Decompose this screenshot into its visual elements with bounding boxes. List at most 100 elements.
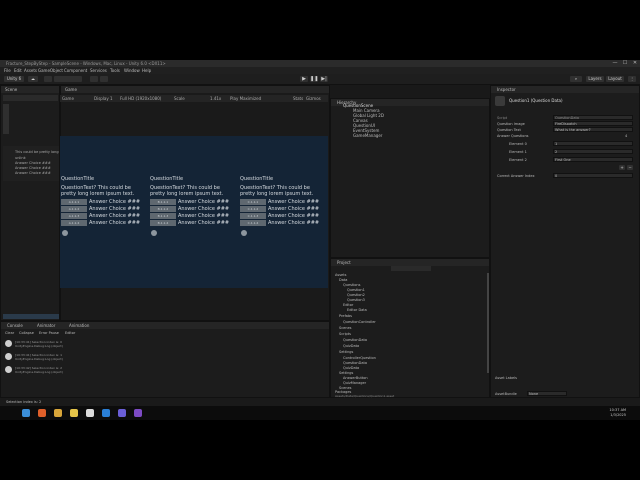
github-icon[interactable] [118,409,126,417]
project-item[interactable]: AnswerButton [343,376,368,380]
menu-services[interactable]: Services [90,68,107,73]
scale-value[interactable]: 1.41x [210,96,221,101]
project-item[interactable]: Question2 [347,293,365,297]
layout-dropdown[interactable]: Layout [606,76,624,82]
project-item[interactable]: QuizData [343,344,359,348]
answer-box[interactable]: A.1.1.1 [61,199,87,205]
project-item[interactable]: Assets [335,273,346,277]
console-collapse-button[interactable]: Collapse [19,331,34,335]
answer-choice[interactable]: C.1.1.4 Answer Choice ### [240,220,326,226]
answer-choice[interactable]: A.1.1.3 Answer Choice ### [61,213,147,219]
project-item[interactable]: Settings [339,371,353,375]
play-icon[interactable]: ▶ [300,76,308,82]
stats-button[interactable]: Stats [293,96,303,101]
answer-box[interactable]: B.1.1.4 [150,220,176,226]
project-search-input[interactable] [391,266,431,271]
minimize-button[interactable]: — [610,60,620,67]
submit-radio[interactable] [62,230,68,236]
project-item[interactable]: QuestionController [343,320,376,324]
answer-box[interactable]: C.1.1.4 [240,220,266,226]
vscode-icon[interactable] [102,409,110,417]
snap-icon[interactable] [90,76,98,82]
menu-assets[interactable]: Assets [24,68,37,73]
project-scrollbar[interactable] [487,273,489,373]
menu-help[interactable]: Help [142,68,151,73]
answer-box[interactable]: B.1.1.3 [150,213,176,219]
gizmos-button[interactable]: Gizmos [306,96,321,101]
project-item[interactable]: Prefabs [339,314,352,318]
menu-edit[interactable]: Edit [14,68,22,73]
element-field[interactable]: 2 [553,149,633,154]
play-maximized-dropdown[interactable]: Play Maximized [230,96,261,101]
clock[interactable]: 10:37 AM 1/3/2025 [609,408,626,417]
display-dropdown[interactable]: Display 1 [94,96,113,101]
answer-choice[interactable]: B.1.1.2 Answer Choice ### [150,206,236,212]
array-size[interactable]: 4 [625,134,627,138]
add-element-button[interactable]: + [619,165,625,170]
more-icon[interactable]: ⋮ [628,76,636,82]
answer-box[interactable]: A.1.1.3 [61,213,87,219]
tab-project[interactable]: Project [337,260,351,265]
answer-box[interactable]: B.1.1.1 [150,199,176,205]
answer-box[interactable]: C.1.1.2 [240,206,266,212]
project-item[interactable]: Data [339,278,347,282]
console-clear-button[interactable]: Clear [5,331,14,335]
search-icon[interactable]: ⌕ [570,76,582,82]
project-item[interactable]: ControllerQuestion [343,356,376,360]
explorer-icon[interactable] [70,409,78,417]
remove-element-button[interactable]: − [627,165,633,170]
answer-choice[interactable]: B.1.1.1 Answer Choice ### [150,199,236,205]
hierarchy-item[interactable]: GameManager [353,133,382,138]
vs-icon[interactable] [134,409,142,417]
script-field[interactable]: QuestionData [553,115,633,120]
unity-icon[interactable] [86,409,94,417]
project-item[interactable]: Question1 [347,288,365,292]
project-item[interactable]: Editor Data [347,308,367,312]
account-button[interactable]: Unity 6 [4,76,24,82]
answer-choice[interactable]: A.1.1.1 Answer Choice ### [61,199,147,205]
firefox-icon[interactable] [38,409,46,417]
question-text-field[interactable]: What is the answer? [553,127,633,132]
move-tool-icon[interactable] [44,76,52,82]
menu-window[interactable]: Window [124,68,140,73]
answer-choice[interactable]: A.1.1.2 Answer Choice ### [61,206,147,212]
menu-tools[interactable]: Tools [110,68,120,73]
answer-choice[interactable]: C.1.1.1 Answer Choice ### [240,199,326,205]
project-item[interactable]: Editor [343,303,353,307]
project-item[interactable]: QuestionData [343,338,367,342]
asset-bundle-dropdown[interactable]: None [527,391,567,396]
layers-dropdown[interactable]: Layers [586,76,604,82]
project-item[interactable]: Question3 [347,298,365,302]
project-item[interactable]: Questions [343,283,360,287]
answer-box[interactable]: A.1.1.4 [61,220,87,226]
game-mode-dropdown[interactable]: Game [62,96,74,101]
project-item[interactable]: QuestionData [343,361,367,365]
console-error-pause-button[interactable]: Error Pause [39,331,59,335]
answer-choice[interactable]: B.1.1.3 Answer Choice ### [150,213,236,219]
project-item[interactable]: Scenes [339,326,352,330]
settings-icon[interactable] [100,76,108,82]
answer-choice[interactable]: B.1.1.4 Answer Choice ### [150,220,236,226]
tab-animation[interactable]: Animation [69,323,89,328]
menu-gameobject[interactable]: GameObject [38,68,63,73]
tab-scene[interactable]: Scene [5,87,17,92]
correct-answer-field[interactable]: 0 [553,173,633,178]
answer-choice[interactable]: C.1.1.2 Answer Choice ### [240,206,326,212]
menu-file[interactable]: File [4,68,11,73]
tab-inspector[interactable]: Inspector [497,87,516,92]
close-button[interactable]: ✕ [630,60,640,67]
project-item[interactable]: Scripts [339,332,351,336]
step-icon[interactable]: ▶| [320,76,328,82]
resolution-dropdown[interactable]: Full HD (1920x1080) [120,96,161,101]
tab-game[interactable]: Game [65,87,77,92]
answer-box[interactable]: C.1.1.3 [240,213,266,219]
answer-box[interactable]: B.1.1.2 [150,206,176,212]
maximize-button[interactable]: ☐ [620,60,630,67]
project-item[interactable]: Settings [339,350,353,354]
element-field[interactable]: 1 [553,141,633,146]
tab-console[interactable]: Console [7,323,23,328]
menu-component[interactable]: Component [64,68,87,73]
answer-box[interactable]: A.1.1.2 [61,206,87,212]
answer-choice[interactable]: C.1.1.3 Answer Choice ### [240,213,326,219]
submit-radio[interactable] [241,230,247,236]
